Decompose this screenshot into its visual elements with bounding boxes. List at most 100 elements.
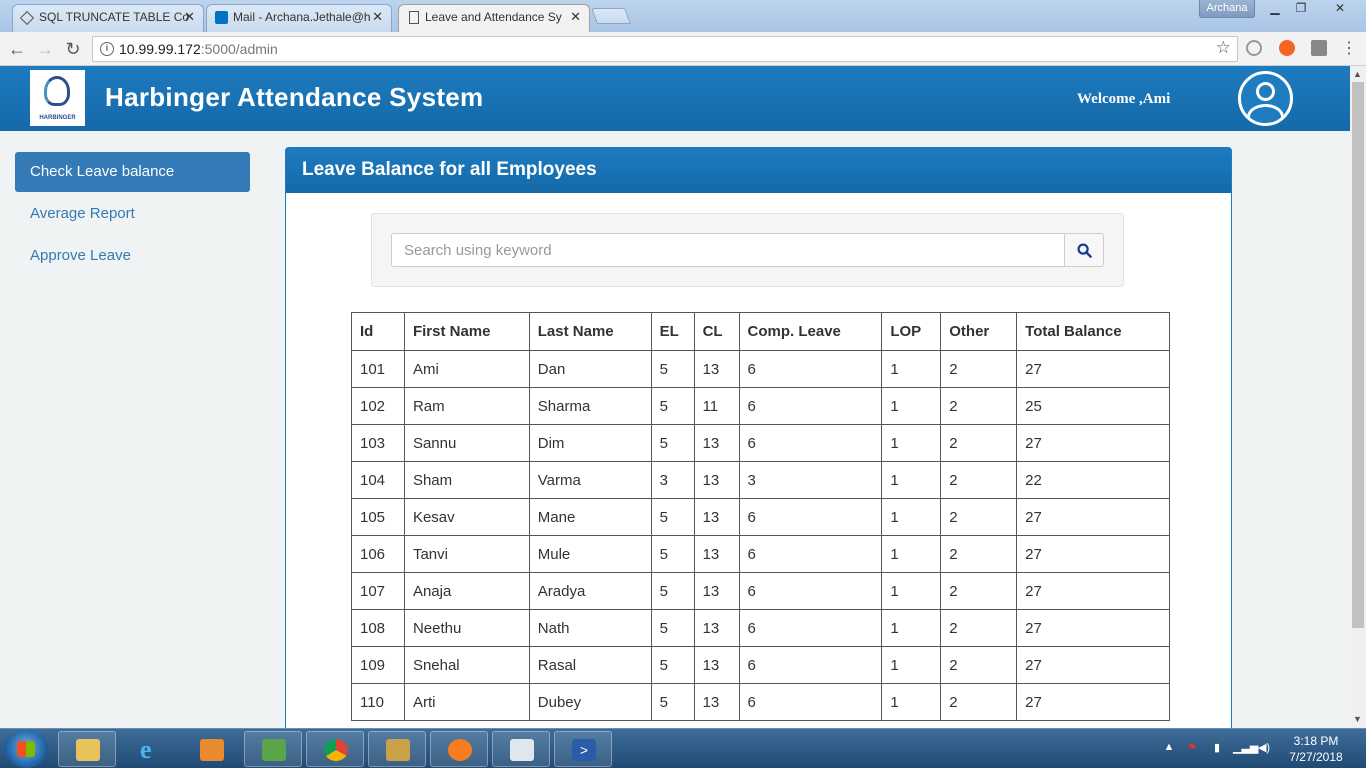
table-cell: 13 [693, 683, 740, 721]
column-header: CL [693, 312, 740, 351]
internet-explorer-icon: e [140, 735, 152, 764]
tab-label: Mail - Archana.Jethale@h [233, 10, 371, 24]
table-cell: 1 [881, 572, 942, 610]
info-icon[interactable]: i [100, 42, 114, 56]
chart-app-icon [262, 739, 286, 761]
chrome-icon [324, 739, 348, 761]
forward-icon[interactable]: → [34, 38, 56, 60]
tab-label: SQL TRUNCATE TABLE Co [39, 10, 190, 24]
table-row: 106 Tanvi Mule 5 13 6 1 2 27 [351, 535, 1170, 573]
table-cell: 13 [693, 609, 740, 647]
table-cell: 2 [940, 461, 1018, 499]
scroll-down-icon[interactable]: ▼ [1353, 714, 1362, 724]
panel-title: Leave Balance for all Employees [286, 148, 1231, 193]
restore-icon[interactable]: ❐ [1288, 0, 1314, 18]
table-cell: Dim [528, 424, 652, 462]
minimize-icon[interactable]: ▁ [1262, 0, 1288, 18]
table-cell: 5 [650, 609, 695, 647]
table-cell: 5 [650, 424, 695, 462]
menu-icon[interactable]: ⋮ [1338, 38, 1360, 60]
taskbar-notes[interactable] [492, 731, 550, 767]
new-tab-button[interactable] [591, 8, 631, 24]
table-cell: 27 [1016, 498, 1170, 536]
table-cell: 13 [693, 535, 740, 573]
table-cell: 5 [650, 350, 695, 388]
taskbar-ie[interactable]: e [122, 731, 180, 767]
scroll-thumb[interactable] [1352, 82, 1364, 628]
sidebar-item-approve-leave[interactable]: Approve Leave [15, 236, 250, 276]
tab-label: Leave and Attendance Sy [425, 10, 562, 24]
column-header: Other [940, 312, 1018, 351]
page-scrollbar[interactable]: ▲ ▼ [1350, 66, 1366, 728]
leave-balance-panel: Leave Balance for all Employees Id First… [285, 147, 1232, 728]
volume-icon[interactable]: ◀) [1257, 741, 1271, 755]
table-header-row: Id First Name Last Name EL CL Comp. Leav… [351, 312, 1170, 351]
table-cell: 6 [738, 646, 883, 684]
start-button[interactable] [4, 730, 48, 768]
table-cell: Dubey [528, 683, 652, 721]
close-window-icon[interactable]: ✕ [1326, 0, 1354, 18]
sidebar-item-average-report[interactable]: Average Report [15, 194, 250, 234]
extension-icon[interactable] [1279, 40, 1295, 56]
system-clock[interactable]: 3:18 PM 7/27/2018 [1280, 733, 1352, 765]
reload-icon[interactable]: ↻ [62, 38, 84, 60]
close-icon[interactable]: ✕ [570, 5, 581, 29]
search-icon [1077, 243, 1092, 258]
table-row: 103 Sannu Dim 5 13 6 1 2 27 [351, 424, 1170, 462]
user-avatar-icon[interactable] [1238, 71, 1293, 126]
table-cell: 6 [738, 350, 883, 388]
table-cell: 2 [940, 683, 1018, 721]
folder-icon [76, 739, 100, 761]
table-cell: 1 [881, 424, 942, 462]
extension-icon[interactable] [1246, 40, 1262, 56]
profile-button[interactable]: Archana [1199, 0, 1255, 18]
close-icon[interactable]: ✕ [184, 5, 195, 29]
device-icon[interactable]: ▮ [1210, 741, 1224, 755]
flag-icon[interactable]: ⚑ [1185, 741, 1199, 755]
table-row: 109 Snehal Rasal 5 13 6 1 2 27 [351, 646, 1170, 684]
taskbar-chrome[interactable] [306, 731, 364, 767]
table-cell: 6 [738, 572, 883, 610]
table-cell: 1 [881, 683, 942, 721]
table-cell: Anaja [403, 572, 530, 610]
tab-sql-truncate[interactable]: SQL TRUNCATE TABLE Co ✕ [12, 4, 204, 32]
table-cell: Dan [528, 350, 652, 388]
column-header: Id [351, 312, 405, 351]
table-cell: Rasal [528, 646, 652, 684]
search-input[interactable] [391, 233, 1065, 267]
tab-mail[interactable]: Mail - Archana.Jethale@h ✕ [206, 4, 392, 32]
taskbar-app[interactable] [244, 731, 302, 767]
table-row: 107 Anaja Aradya 5 13 6 1 2 27 [351, 572, 1170, 610]
table-cell: 1 [881, 498, 942, 536]
table-cell: 2 [940, 646, 1018, 684]
taskbar-firefox[interactable] [430, 731, 488, 767]
app-title: Harbinger Attendance System [105, 82, 484, 112]
extension-icon[interactable] [1311, 40, 1327, 56]
url-text: 10.99.99.172:5000/admin [119, 41, 278, 57]
network-icon[interactable]: ▁▃▅ [1233, 741, 1258, 755]
scroll-up-icon[interactable]: ▲ [1353, 69, 1362, 79]
table-cell: 109 [351, 646, 405, 684]
page: HARBINGER Harbinger Attendance System We… [0, 66, 1350, 728]
table-cell: 3 [738, 461, 883, 499]
sidebar-item-check-leave-balance[interactable]: Check Leave balance [15, 152, 250, 192]
taskbar-powershell[interactable]: > [554, 731, 612, 767]
show-hidden-icons[interactable]: ▲ [1162, 741, 1176, 755]
table-cell: 11 [693, 387, 740, 425]
tab-leave-attendance[interactable]: Leave and Attendance Sy ✕ [398, 4, 590, 32]
taskbar-media[interactable] [182, 731, 240, 767]
table-cell: 2 [940, 387, 1018, 425]
table-cell: 107 [351, 572, 405, 610]
address-bar[interactable]: i 10.99.99.172:5000/admin ☆ [92, 36, 1238, 62]
flame-icon [448, 739, 472, 761]
taskbar-tools[interactable] [368, 731, 426, 767]
search-button[interactable] [1064, 233, 1104, 267]
back-icon[interactable]: ← [6, 38, 28, 60]
taskbar-explorer[interactable] [58, 731, 116, 767]
column-header: Last Name [528, 312, 652, 351]
bookmark-star-icon[interactable]: ☆ [1216, 38, 1231, 58]
browser-tab-strip: SQL TRUNCATE TABLE Co ✕ Mail - Archana.J… [0, 0, 1366, 32]
table-row: 104 Sham Varma 3 13 3 1 2 22 [351, 461, 1170, 499]
close-icon[interactable]: ✕ [372, 5, 383, 29]
clock-date: 7/27/2018 [1289, 750, 1343, 764]
